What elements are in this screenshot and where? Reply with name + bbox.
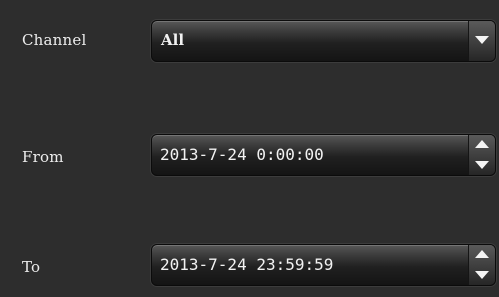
to-spinner (468, 245, 495, 285)
channel-select[interactable]: All (151, 20, 496, 62)
to-decrement-button[interactable] (469, 265, 495, 285)
channel-dropdown-button[interactable] (468, 21, 495, 61)
arrow-down-icon (475, 271, 489, 279)
to-increment-button[interactable] (469, 245, 495, 265)
from-decrement-button[interactable] (469, 155, 495, 175)
arrow-up-icon (475, 140, 489, 148)
from-label: From (22, 148, 64, 166)
to-datetime-value: 2013-7-24 23:59:59 (160, 255, 334, 274)
from-increment-button[interactable] (469, 135, 495, 155)
from-datetime-value: 2013-7-24 0:00:00 (160, 145, 324, 164)
channel-selected-value: All (161, 31, 185, 49)
to-datetime-field[interactable]: 2013-7-24 23:59:59 (151, 244, 496, 286)
to-label: To (22, 258, 41, 276)
arrow-up-icon (475, 250, 489, 258)
from-datetime-field[interactable]: 2013-7-24 0:00:00 (151, 134, 496, 176)
arrow-down-icon (475, 161, 489, 169)
channel-label: Channel (22, 31, 87, 49)
from-spinner (468, 135, 495, 175)
chevron-down-icon (475, 36, 489, 44)
